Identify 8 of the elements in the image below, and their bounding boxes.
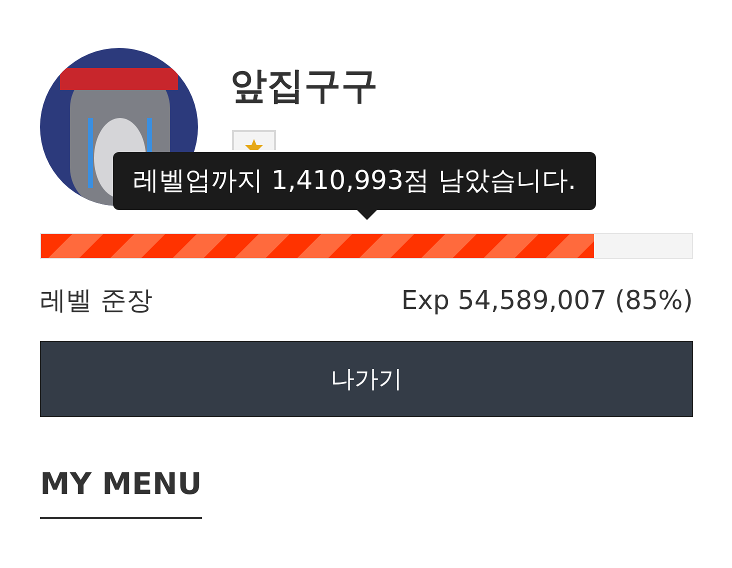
logout-button[interactable]: 나가기 [40, 341, 693, 417]
exp-label: Exp 54,589,007 (85%) [401, 285, 693, 318]
star-badge-icon [232, 130, 276, 150]
tooltip: 레벨업까지 1,410,993점 남았습니다. [113, 152, 596, 210]
menu-heading: MY MENU [40, 467, 202, 502]
level-label: 레벨 준장 [40, 285, 152, 318]
tooltip-arrow [357, 210, 377, 220]
user-name: 앞집구구 [230, 64, 378, 108]
